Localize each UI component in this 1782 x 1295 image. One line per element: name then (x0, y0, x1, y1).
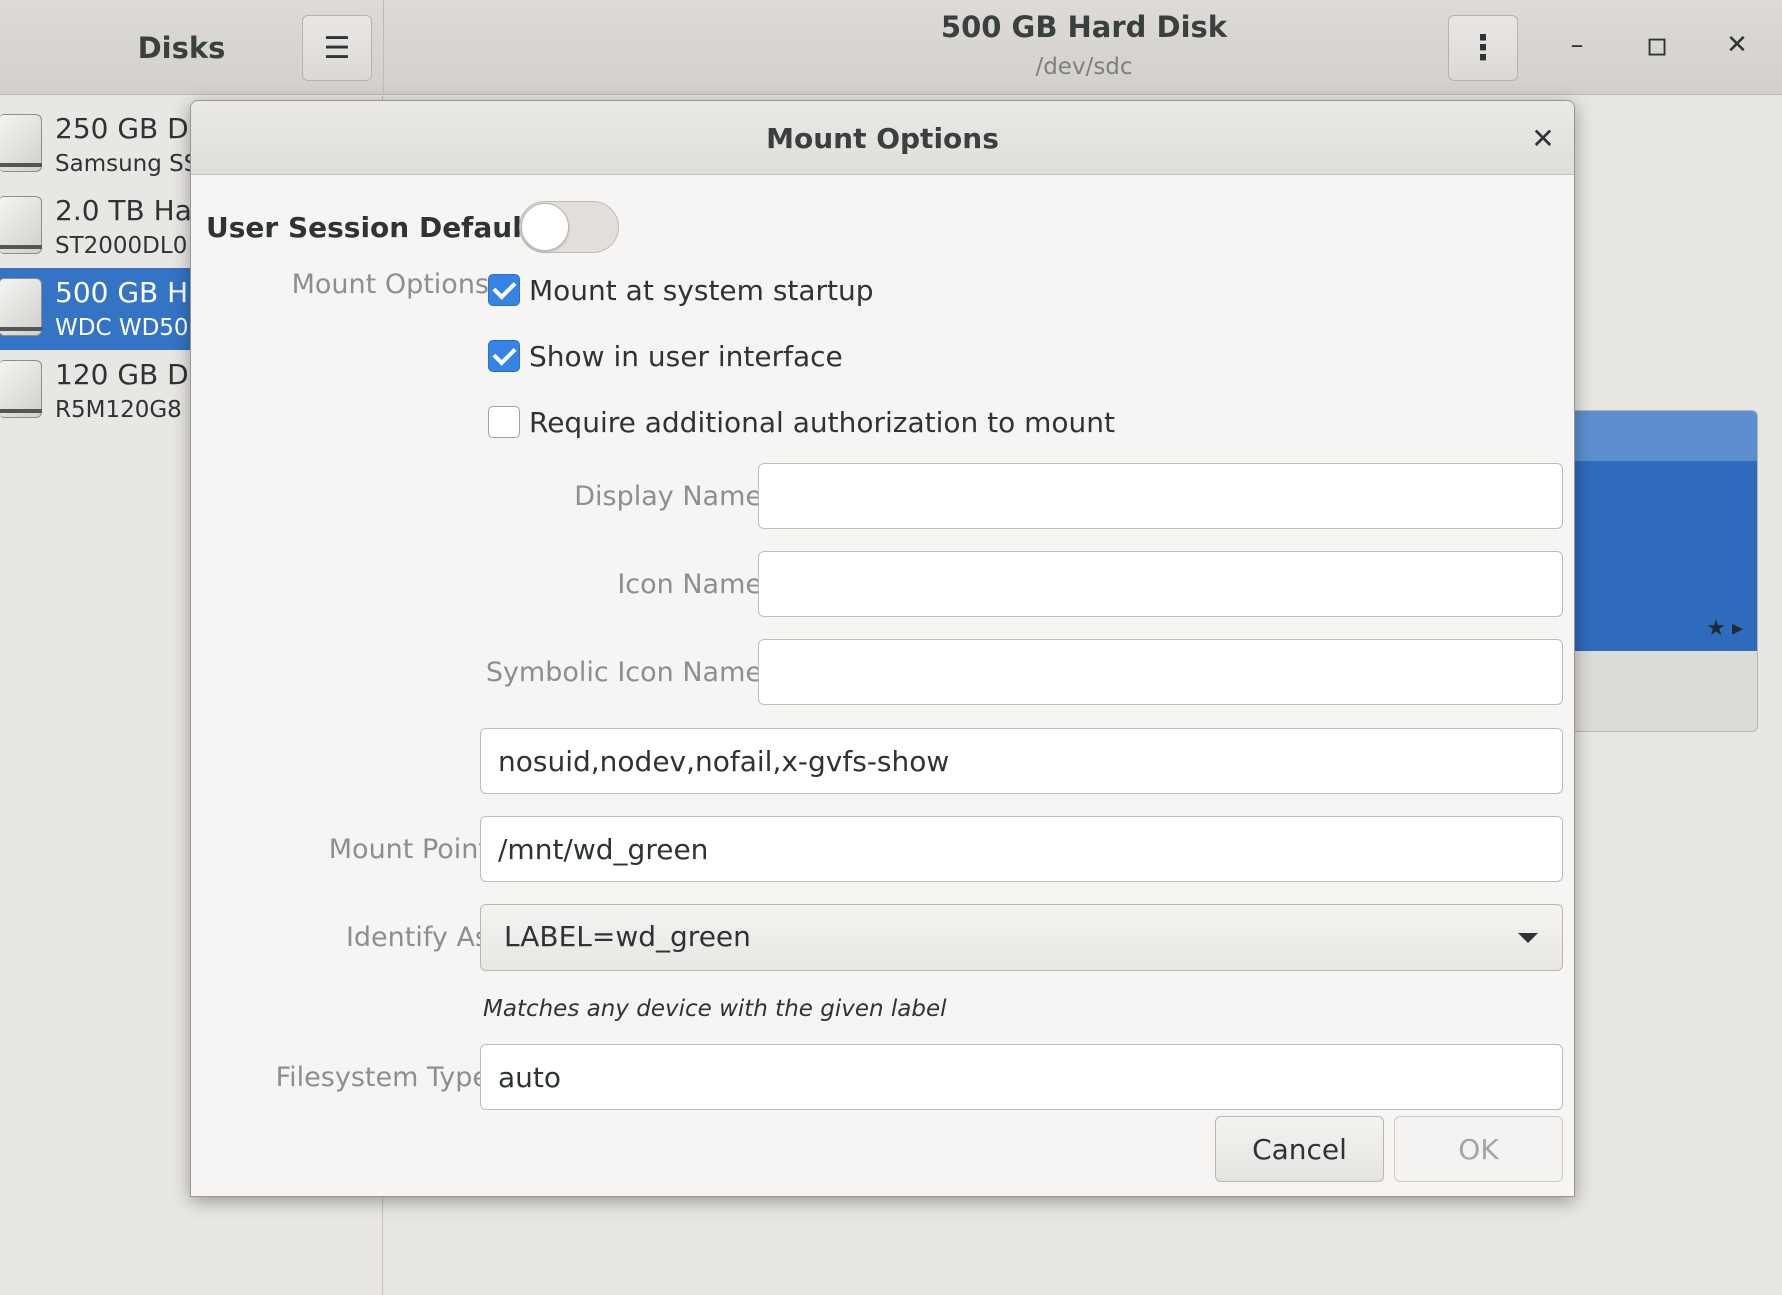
maximize-icon: ▫ (1645, 25, 1669, 65)
disk-name: 2.0 TB Har (55, 194, 204, 227)
mount-point-label: Mount Point (328, 834, 489, 865)
window-close-button[interactable]: ✕ (1710, 18, 1764, 72)
dialog-close-button[interactable]: ✕ (1521, 116, 1565, 160)
switch-knob (521, 203, 569, 251)
close-icon: ✕ (1726, 30, 1748, 60)
checkbox-label: Show in user interface (529, 339, 843, 373)
hard-disk-icon (0, 114, 42, 172)
close-icon: ✕ (1531, 121, 1555, 155)
disk-name: 250 GB Di (55, 112, 197, 145)
checkbox-unchecked-icon (488, 406, 520, 438)
filesystem-type-input[interactable] (480, 1044, 1563, 1110)
require-authorization-checkbox[interactable]: Require additional authorization to moun… (488, 402, 1115, 442)
symbolic-icon-name-input[interactable] (758, 639, 1563, 705)
minimize-button[interactable]: – (1550, 18, 1604, 72)
identify-as-hint: Matches any device with the given label (483, 996, 947, 1022)
user-session-defaults-label: User Session Defaults (206, 211, 552, 244)
show-in-ui-checkbox[interactable]: Show in user interface (488, 336, 843, 376)
disk-name: 500 GB Ha (55, 276, 206, 309)
cancel-button[interactable]: Cancel (1215, 1116, 1384, 1182)
disk-name: 120 GB Dis (55, 358, 212, 391)
disk-model: ST2000DL0 (55, 233, 188, 259)
hard-disk-icon (0, 278, 42, 336)
dialog-header: Mount Options ✕ (191, 101, 1574, 175)
dialog-title: Mount Options (766, 121, 999, 155)
mount-options-input[interactable] (480, 728, 1563, 794)
checkbox-label: Mount at system startup (529, 273, 874, 307)
disk-model: Samsung SS (55, 151, 199, 177)
identify-as-label: Identify As (345, 922, 489, 953)
kebab-menu-icon: ⋮ (1466, 28, 1500, 68)
mount-point-input[interactable] (480, 816, 1563, 882)
mount-options-dialog: Mount Options ✕ User Session Defaults Mo… (190, 100, 1575, 1197)
checkbox-checked-icon (488, 340, 520, 372)
ok-button[interactable]: OK (1394, 1116, 1563, 1182)
icon-name-label: Icon Name (617, 569, 762, 600)
icon-name-input[interactable] (758, 551, 1563, 617)
hard-disk-icon (0, 196, 42, 254)
hard-disk-icon (0, 360, 42, 418)
maximize-button[interactable]: ▫ (1630, 18, 1684, 72)
hamburger-icon: ☰ (323, 30, 351, 66)
user-session-defaults-switch[interactable] (519, 201, 619, 253)
disk-model: WDC WD50 (55, 315, 189, 341)
filesystem-type-label: Filesystem Type (275, 1062, 489, 1093)
dropdown-arrow-icon (1518, 933, 1538, 943)
mount-options-label: Mount Options (291, 269, 489, 300)
display-name-input[interactable] (758, 463, 1563, 529)
header-bar: Disks ☰ 500 GB Hard Disk /dev/sdc ⋮ – ▫ … (0, 0, 1782, 95)
identify-as-dropdown[interactable]: LABEL=wd_green (480, 904, 1563, 971)
star-play-icon: ★▸ (1706, 616, 1749, 641)
disk-model: R5M120G8 (55, 397, 182, 423)
checkbox-checked-icon (488, 274, 520, 306)
drive-menu-button[interactable]: ⋮ (1448, 15, 1518, 81)
checkbox-label: Require additional authorization to moun… (529, 405, 1116, 439)
mount-at-startup-checkbox[interactable]: Mount at system startup (488, 270, 874, 310)
minimize-icon: – (1570, 30, 1584, 60)
display-name-label: Display Name (574, 481, 762, 512)
menu-button[interactable]: ☰ (302, 15, 372, 81)
symbolic-icon-name-label: Symbolic Icon Name (485, 657, 762, 688)
identify-as-value: LABEL=wd_green (504, 920, 751, 953)
